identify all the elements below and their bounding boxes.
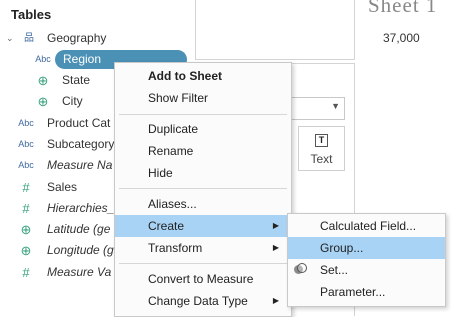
set-icon <box>294 263 307 274</box>
menu-item-create[interactable]: Create ▶ <box>115 215 291 237</box>
submenu-arrow-icon: ▶ <box>272 296 279 305</box>
menu-item-label: Parameter... <box>320 285 386 299</box>
string-type-icon: Abc <box>35 54 51 64</box>
string-type-icon: Abc <box>18 160 34 170</box>
globe-icon: ⊕ <box>37 73 49 88</box>
menu-item-transform[interactable]: Transform ▶ <box>115 237 291 259</box>
menu-item-parameter[interactable]: Parameter... <box>288 281 445 303</box>
field-label: State <box>62 73 91 87</box>
context-menu: Add to Sheet Show Filter Duplicate Renam… <box>114 62 292 317</box>
globe-icon: ⊕ <box>37 94 49 109</box>
field-label: Latitude (ge <box>47 222 111 236</box>
menu-item-hide[interactable]: Hide <box>115 162 291 184</box>
field-label: Measure Va <box>47 265 112 279</box>
menu-item-set[interactable]: Set... <box>288 259 445 281</box>
menu-item-label: Rename <box>148 144 194 158</box>
geography-folder[interactable]: ⌄ 品 Geography <box>0 28 190 49</box>
menu-item-label: Duplicate <box>148 122 199 136</box>
chevron-down-icon[interactable]: ▼ <box>331 101 340 111</box>
sheet-title: Sheet 1 <box>368 0 438 17</box>
menu-item-group[interactable]: Group... <box>288 237 445 259</box>
menu-item-label: Calculated Field... <box>320 219 417 233</box>
string-type-icon: Abc <box>18 118 34 128</box>
field-label: Sales <box>47 180 78 194</box>
menu-item-change-data-type[interactable]: Change Data Type ▶ <box>115 290 291 312</box>
menu-item-label: Aliases... <box>148 197 197 211</box>
field-label: Measure Na <box>47 158 113 172</box>
measure-icon: # <box>22 201 30 216</box>
menu-divider <box>119 263 287 264</box>
hierarchy-icon: 品 <box>24 33 34 44</box>
menu-item-add-to-sheet[interactable]: Add to Sheet <box>115 65 291 87</box>
sheet-value: 37,000 <box>383 31 420 45</box>
menu-item-duplicate[interactable]: Duplicate <box>115 118 291 140</box>
submenu-arrow-icon: ▶ <box>272 243 279 252</box>
chevron-down-icon[interactable]: ⌄ <box>6 28 14 49</box>
menu-item-label: Show Filter <box>148 91 209 105</box>
folder-label: Geography <box>47 31 107 45</box>
menu-item-aliases[interactable]: Aliases... <box>115 193 291 215</box>
field-label: Region <box>63 52 102 66</box>
text-mark-button[interactable]: T Text <box>298 126 345 171</box>
menu-item-show-filter[interactable]: Show Filter <box>115 87 291 109</box>
menu-item-calculated-field[interactable]: Calculated Field... <box>288 215 445 237</box>
menu-item-label: Change Data Type <box>148 294 248 308</box>
menu-item-label: Create <box>148 219 185 233</box>
measure-icon: # <box>22 265 30 280</box>
field-label: City <box>62 94 83 108</box>
pane-title: Tables <box>11 7 52 22</box>
menu-item-label: Convert to Measure <box>148 272 254 286</box>
field-label: Hierarchies_ <box>47 201 115 215</box>
menu-item-rename[interactable]: Rename <box>115 140 291 162</box>
menu-item-label: Set... <box>320 263 349 277</box>
field-label: Subcategory <box>47 137 115 151</box>
submenu-arrow-icon: ▶ <box>272 221 279 230</box>
string-type-icon: Abc <box>18 139 34 149</box>
menu-divider <box>119 114 287 115</box>
create-submenu: Calculated Field... Group... Set... Para… <box>287 213 446 307</box>
menu-item-label: Group... <box>320 241 364 255</box>
measure-icon: # <box>22 180 30 195</box>
menu-item-label: Hide <box>148 166 173 180</box>
text-icon: T <box>315 134 328 147</box>
text-button-label: Text <box>310 152 333 166</box>
field-label: Product Cat <box>47 116 111 130</box>
menu-item-label: Transform <box>148 241 203 255</box>
globe-icon: ⊕ <box>20 243 32 258</box>
shelf-area <box>195 0 355 60</box>
menu-item-label: Add to Sheet <box>148 69 222 83</box>
field-label: Longitude (g <box>47 243 114 257</box>
menu-item-convert-to-measure[interactable]: Convert to Measure <box>115 268 291 290</box>
globe-icon: ⊕ <box>20 222 32 237</box>
menu-divider <box>119 188 287 189</box>
